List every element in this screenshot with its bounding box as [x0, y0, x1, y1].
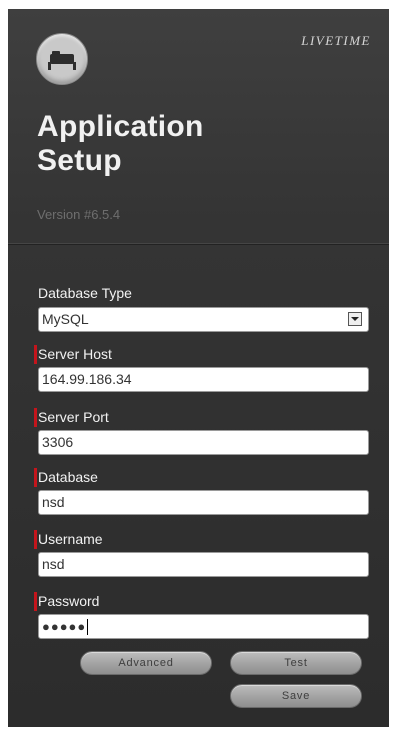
version-label: Version #6.5.4: [37, 207, 121, 222]
bed-icon: [48, 51, 76, 70]
save-button[interactable]: Save: [230, 684, 362, 708]
server-port-label: Server Port: [34, 408, 109, 427]
divider: [8, 243, 389, 244]
database-type-label: Database Type: [38, 285, 132, 301]
brand-logo: LIVETIME: [301, 33, 371, 48]
server-host-label: Server Host: [34, 345, 112, 364]
database-input[interactable]: nsd: [38, 490, 369, 515]
password-label: Password: [33, 592, 100, 611]
username-label: Username: [34, 530, 103, 549]
server-host-input[interactable]: 164.99.186.34: [38, 367, 369, 392]
page-title: Application Setup: [37, 110, 204, 178]
dropdown-arrow-icon[interactable]: [348, 312, 362, 326]
app-logo: [36, 33, 88, 85]
server-port-input[interactable]: 3306: [38, 430, 369, 455]
password-input[interactable]: ●●●●●: [38, 614, 369, 639]
database-type-value: MySQL: [42, 311, 89, 327]
database-label: Database: [34, 468, 98, 487]
title-line-2: Setup: [37, 144, 122, 177]
setup-panel: LIVETIME Application Setup Version #6.5.…: [8, 9, 389, 727]
test-button[interactable]: Test: [230, 651, 362, 675]
database-type-select[interactable]: MySQL: [38, 307, 369, 332]
title-line-1: Application: [37, 110, 204, 143]
advanced-button[interactable]: Advanced: [80, 651, 212, 675]
username-input[interactable]: nsd: [38, 552, 369, 577]
text-caret: [87, 619, 89, 636]
password-value: ●●●●●: [42, 619, 87, 634]
